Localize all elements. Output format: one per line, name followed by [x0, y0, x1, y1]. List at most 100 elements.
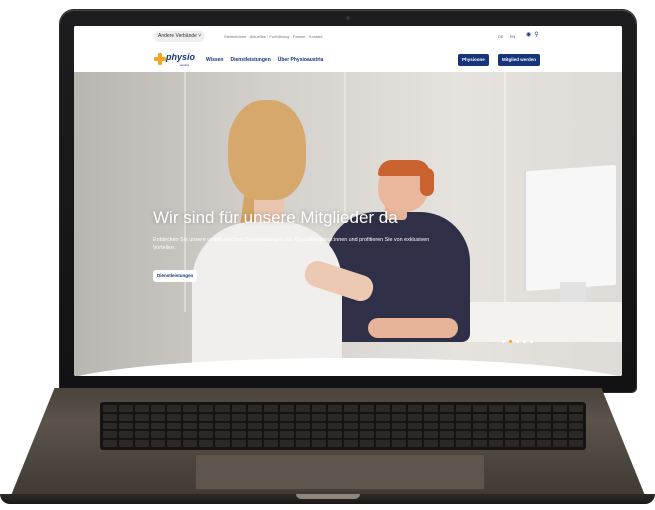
nav-item-ueber[interactable]: Über Physioaustria — [278, 57, 324, 63]
top-links[interactable]: Stellenbörse · Aktuelles · Fortbildung ·… — [224, 34, 323, 39]
carousel-dot[interactable] — [509, 340, 512, 343]
main-nav: Wissen Dienstleistungen Über Physioaustr… — [206, 57, 323, 63]
keyboard-key — [472, 413, 487, 421]
keyboard-key — [263, 422, 278, 430]
physioone-button[interactable]: Physioone — [458, 54, 489, 66]
main-navbar: physio austria Wissen Dienstleistungen Ü… — [74, 48, 622, 72]
keyboard-key — [536, 405, 551, 412]
keyboard-key — [424, 422, 439, 430]
topbar: Andere Verbände ˅ Stellenbörse · Aktuell… — [74, 26, 622, 48]
consultant-arm-image — [368, 318, 458, 338]
keyboard-key — [151, 413, 166, 421]
keyboard-key — [440, 413, 455, 421]
keyboard-key — [247, 422, 262, 430]
keyboard-key — [263, 413, 278, 421]
keyboard-key — [295, 422, 310, 430]
keyboard-key — [103, 422, 118, 430]
keyboard-key — [151, 405, 166, 412]
nav-item-wissen[interactable]: Wissen — [206, 57, 223, 63]
keyboard-key — [183, 440, 198, 447]
keyboard-key — [167, 422, 182, 430]
keyboard-key — [408, 405, 423, 412]
keyboard-key — [167, 405, 182, 412]
keyboard-key — [167, 440, 182, 447]
nav-item-dienstleistungen[interactable]: Dienstleistungen — [230, 57, 270, 63]
keyboard-key — [231, 431, 246, 439]
keyboard-key — [151, 440, 166, 447]
keyboard-key — [408, 422, 423, 430]
keyboard-key — [520, 422, 535, 430]
keyboard-key — [343, 422, 359, 430]
keyboard — [100, 402, 586, 450]
keyboard-key — [231, 440, 246, 447]
trackpad — [195, 454, 485, 490]
keyboard-key — [408, 440, 423, 447]
keyboard-key — [440, 422, 455, 430]
keyboard-key — [456, 413, 471, 421]
keyboard-key — [183, 431, 198, 439]
keyboard-key — [376, 413, 391, 421]
lang-en[interactable]: EN — [510, 34, 516, 39]
keyboard-key — [167, 413, 182, 421]
keyboard-key — [504, 440, 519, 447]
keyboard-key — [199, 431, 214, 439]
logo[interactable]: physio — [166, 52, 195, 62]
carousel-dot[interactable] — [516, 340, 519, 343]
keyboard-key — [135, 405, 150, 412]
keyboard-key — [552, 413, 567, 421]
keyboard-key — [520, 413, 535, 421]
keyboard-key — [327, 431, 342, 439]
carousel-dot[interactable] — [523, 340, 526, 343]
keyboard-key — [472, 422, 487, 430]
carousel-dot[interactable] — [502, 340, 505, 343]
keyboard-key — [135, 422, 150, 430]
keyboard-key — [504, 431, 519, 439]
search-icon[interactable]: ⚲ — [534, 32, 538, 39]
keyboard-key — [536, 422, 551, 430]
keyboard-key — [215, 431, 230, 439]
keyboard-key — [376, 405, 391, 412]
keyboard-key — [568, 431, 583, 439]
keyboard-key — [247, 431, 262, 439]
keyboard-key — [360, 431, 375, 439]
keyboard-key — [199, 405, 214, 412]
keyboard-key — [504, 405, 519, 412]
member-association-select[interactable]: Andere Verbände ˅ — [154, 31, 206, 42]
keyboard-key — [247, 405, 262, 412]
become-member-button[interactable]: Mitglied werden — [498, 54, 541, 66]
keyboard-key — [488, 422, 503, 430]
keyboard-key — [279, 431, 294, 439]
keyboard-key — [295, 440, 310, 447]
visitor-head-image — [228, 100, 306, 200]
carousel-dot[interactable] — [530, 340, 533, 343]
logo-cross-icon[interactable] — [154, 53, 166, 65]
keyboard-key — [456, 431, 471, 439]
keyboard-key — [360, 413, 375, 421]
keyboard-key — [327, 440, 342, 447]
keyboard-key — [343, 405, 359, 412]
keyboard-key — [279, 405, 294, 412]
wall-panel — [504, 72, 506, 312]
keyboard-key — [119, 413, 134, 421]
keyboard-key — [552, 405, 567, 412]
keyboard-key — [295, 405, 310, 412]
services-button[interactable]: Dienstleistungen — [153, 270, 198, 282]
user-icon[interactable]: ◉ — [526, 32, 531, 39]
keyboard-key — [167, 431, 182, 439]
keyboard-key — [568, 413, 583, 421]
lang-de[interactable]: DE — [498, 34, 504, 39]
laptop-lid: Andere Verbände ˅ Stellenbörse · Aktuell… — [60, 10, 636, 392]
keyboard-key — [231, 422, 246, 430]
keyboard-key — [376, 440, 391, 447]
keyboard-key — [279, 422, 294, 430]
laptop-screen: Andere Verbände ˅ Stellenbörse · Aktuell… — [74, 26, 622, 376]
keyboard-key — [151, 422, 166, 430]
keyboard-key — [279, 413, 294, 421]
keyboard-key — [119, 405, 134, 412]
keyboard-key — [360, 422, 375, 430]
laptop-notch — [296, 494, 360, 499]
keyboard-key — [504, 413, 519, 421]
keyboard-key — [472, 405, 487, 412]
keyboard-key — [424, 440, 439, 447]
keyboard-key — [327, 422, 342, 430]
